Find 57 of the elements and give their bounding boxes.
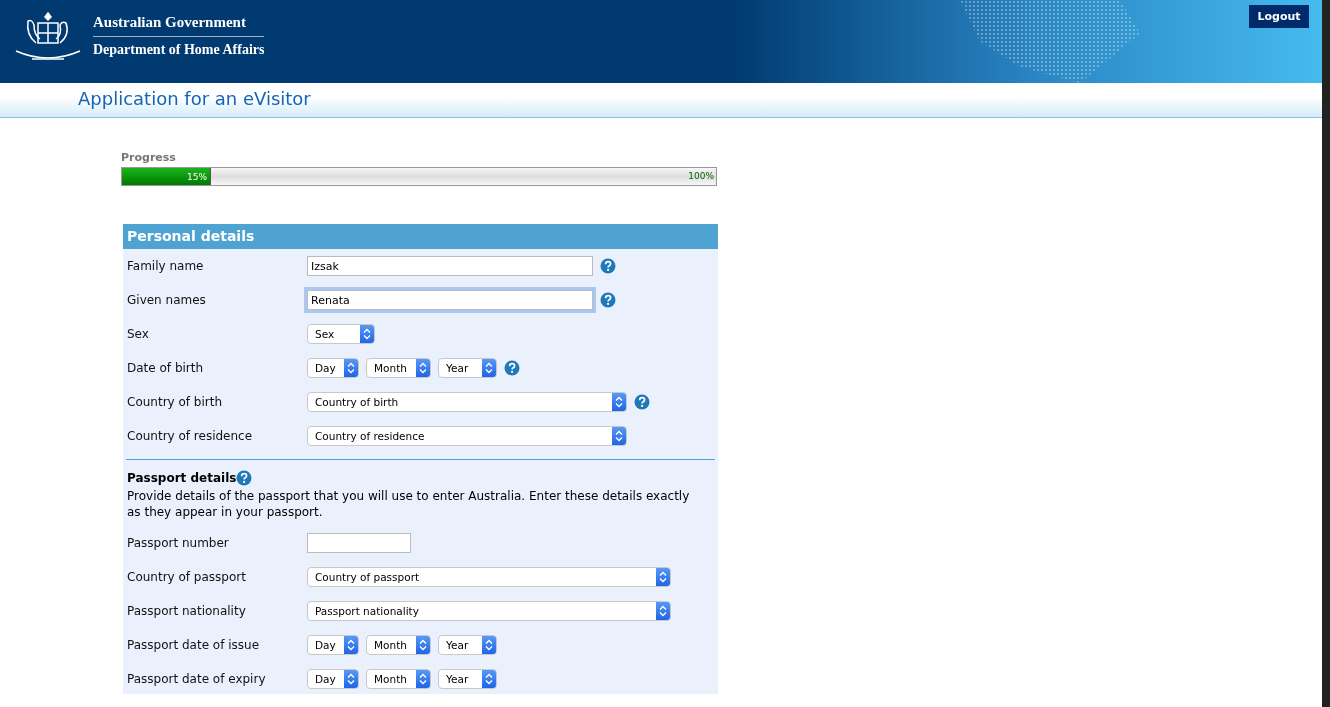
chevron-icon [347, 639, 355, 651]
input-field[interactable]: Renata [307, 290, 593, 310]
field-label: Country of birth [127, 395, 224, 409]
instruction-text: Provide details of the passport that you will use to enter Australia. Enter these details exactly as they appear in your passport. [127, 488, 691, 520]
help-icon[interactable] [236, 470, 253, 486]
field-label: Passport date of expiry [127, 672, 267, 686]
progress-end-label: 100% [688, 171, 714, 181]
help-icon[interactable] [634, 394, 650, 410]
page-title: Application for an eVisitor [77, 87, 311, 109]
field-label: Country of passport [127, 570, 247, 584]
chevron-icon [419, 673, 427, 685]
chevron-icon [659, 605, 667, 617]
field-label: Passport date of issue [127, 638, 261, 652]
input-field[interactable]: Izsak [307, 256, 593, 276]
chevron-icon [485, 362, 493, 374]
dropdown[interactable]: Year [438, 669, 497, 689]
dropdown[interactable]: Sex [307, 324, 375, 344]
dropdown[interactable]: Country of passport [307, 567, 671, 587]
field-label: Date of birth [127, 361, 205, 375]
dropdown[interactable]: Month [366, 669, 431, 689]
dropdown[interactable]: Day [307, 669, 359, 689]
field-label: Country of residence [127, 429, 254, 443]
section-header: Personal details [123, 224, 718, 249]
help-icon[interactable] [600, 258, 616, 274]
dropdown[interactable]: Day [307, 358, 359, 378]
section-heading: Passport details [127, 471, 237, 485]
field-label: Family name [127, 259, 205, 273]
help-icon[interactable] [504, 360, 520, 376]
chevron-icon [347, 362, 355, 374]
progress-reading: 15% [187, 171, 209, 182]
dropdown[interactable]: Month [366, 358, 431, 378]
input-field[interactable] [307, 533, 411, 553]
chevron-icon [615, 430, 623, 442]
dropdown[interactable]: Day [307, 635, 359, 655]
field-label: Passport nationality [127, 604, 247, 618]
field-label: Sex [127, 327, 150, 341]
progress-label: Progress [121, 151, 177, 164]
chevron-icon [419, 639, 427, 651]
government-name: Australian Government [93, 13, 265, 37]
logout-button[interactable]: Logout [1249, 5, 1309, 28]
department-name: Department of Home Affairs [93, 40, 265, 58]
dropdown[interactable]: Passport nationality [307, 601, 671, 621]
chevron-icon [659, 571, 667, 583]
chevron-icon [615, 396, 623, 408]
chevron-icon [485, 639, 493, 651]
chevron-icon [347, 673, 355, 685]
dropdown[interactable]: Year [438, 635, 497, 655]
field-label: Passport number [127, 536, 230, 550]
help-icon[interactable] [600, 292, 616, 308]
dropdown[interactable]: Year [438, 358, 497, 378]
field-label: Given names [127, 293, 207, 307]
chevron-icon [363, 328, 371, 340]
dropdown[interactable]: Month [366, 635, 431, 655]
chevron-icon [485, 673, 493, 685]
dropdown[interactable]: Country of birth [307, 392, 627, 412]
dropdown[interactable]: Country of residence [307, 426, 627, 446]
chevron-icon [419, 362, 427, 374]
